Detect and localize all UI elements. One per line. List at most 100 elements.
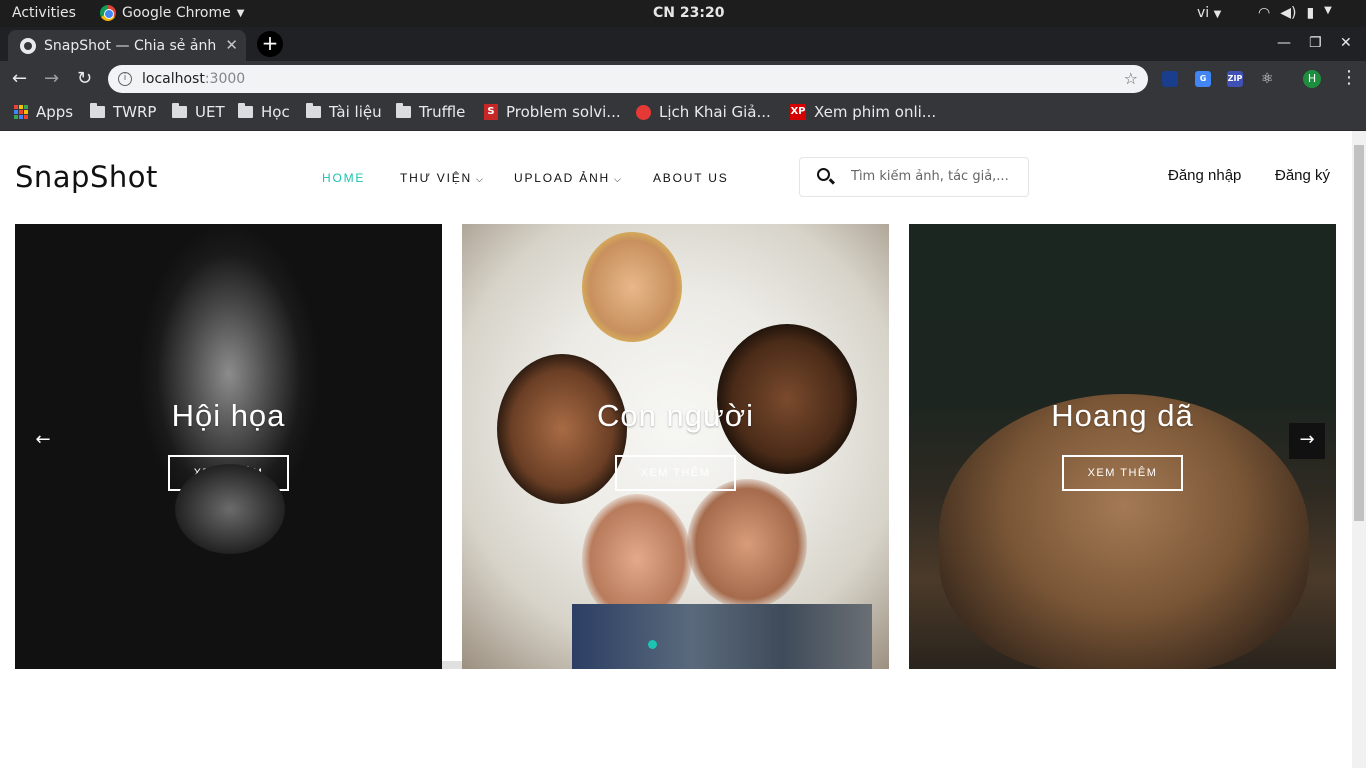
folder-icon bbox=[238, 103, 253, 118]
browser-toolbar: ← → ↻ i localhost:3000 ☆ G ZIP ⚛ H ⋮ bbox=[0, 61, 1366, 97]
address-bar[interactable]: i localhost:3000 ☆ bbox=[108, 65, 1148, 93]
search-input[interactable]: Tìm kiếm ảnh, tác giả,... bbox=[851, 169, 1011, 184]
site-xp-icon: XP bbox=[790, 104, 806, 120]
close-icon[interactable]: ✕ bbox=[225, 36, 238, 54]
search-icon[interactable] bbox=[817, 168, 830, 181]
next-arrow-icon[interactable]: → bbox=[1289, 423, 1325, 459]
app-name: Google Chrome bbox=[122, 5, 231, 21]
browser-tab[interactable]: SnapShot — Chia sẻ ảnh trực tuyến ✕ bbox=[8, 30, 246, 61]
carousel-slide[interactable]: Con người XEM THÊM bbox=[462, 224, 889, 669]
bookmark-label: Truffle bbox=[419, 103, 466, 121]
bookmark-label: UET bbox=[195, 103, 225, 121]
new-tab-button[interactable]: + bbox=[257, 31, 283, 57]
site-s-icon: S bbox=[484, 104, 498, 120]
folder-icon bbox=[172, 103, 187, 118]
scrollbar-thumb[interactable] bbox=[1354, 145, 1364, 521]
bookmark-hoc[interactable]: Học bbox=[238, 103, 290, 121]
bookmark-label: Học bbox=[261, 103, 290, 121]
react-devtools-icon[interactable]: ⚛ bbox=[1259, 71, 1275, 87]
folder-icon bbox=[90, 103, 105, 118]
chevron-down-icon: ⌵ bbox=[614, 174, 623, 184]
nav-upload-label: UPLOAD ẢNH bbox=[514, 171, 611, 185]
folder-icon bbox=[306, 103, 321, 118]
login-link[interactable]: Đăng nhập bbox=[1168, 167, 1241, 184]
page-scrollbar[interactable] bbox=[1352, 131, 1366, 768]
slide-title: Hoang dã bbox=[1051, 398, 1194, 433]
zip-extension-icon[interactable]: ZIP bbox=[1227, 71, 1243, 87]
system-tray[interactable]: ◠ ◀) ▮ ▼ bbox=[1258, 5, 1332, 21]
language-label: vi bbox=[1197, 5, 1210, 21]
bookmark-truffle[interactable]: Truffle bbox=[396, 103, 465, 121]
minimize-icon[interactable]: — bbox=[1277, 35, 1291, 51]
forward-arrow-icon[interactable]: → bbox=[44, 68, 59, 89]
site-logo[interactable]: SnapShot bbox=[15, 160, 158, 194]
restore-icon[interactable]: ❐ bbox=[1309, 35, 1322, 51]
apps-grid-icon bbox=[14, 105, 28, 119]
bookmark-star-icon[interactable]: ☆ bbox=[1124, 69, 1138, 88]
tab-title: SnapShot — Chia sẻ ảnh trực tuyến bbox=[44, 37, 216, 54]
bookmark-xem-phim[interactable]: XP Xem phim onli... bbox=[790, 103, 936, 121]
tab-strip: SnapShot — Chia sẻ ảnh trực tuyến ✕ + — … bbox=[0, 27, 1366, 61]
carousel-slide[interactable]: Hội họa XEM THÊM bbox=[15, 224, 442, 669]
volume-icon: ◀) bbox=[1280, 5, 1297, 21]
back-arrow-icon[interactable]: ← bbox=[12, 68, 27, 89]
bookmark-label: Apps bbox=[36, 103, 74, 121]
url-port: :3000 bbox=[204, 71, 246, 87]
bookmarks-bar: Apps TWRP UET Học Tài liệu Truffle S Prob… bbox=[0, 97, 1366, 131]
system-top-bar: Activities Google Chrome ▼ CN 23:20 vi ▼… bbox=[0, 0, 1366, 27]
bookmark-twrp[interactable]: TWRP bbox=[90, 103, 156, 121]
person-photo bbox=[582, 232, 682, 342]
google-translate-icon[interactable]: G bbox=[1195, 71, 1211, 87]
reload-icon[interactable]: ↻ bbox=[77, 68, 92, 89]
profile-avatar[interactable]: H bbox=[1303, 70, 1321, 88]
see-more-button[interactable]: XEM THÊM bbox=[168, 455, 289, 491]
register-link[interactable]: Đăng ký bbox=[1275, 167, 1330, 184]
bookmark-label: Lịch Khai Giả... bbox=[659, 103, 771, 121]
nav-upload[interactable]: UPLOAD ẢNH ⌵ bbox=[514, 171, 623, 185]
carousel-progress-bar bbox=[442, 661, 462, 669]
bookmark-tai-lieu[interactable]: Tài liệu bbox=[306, 103, 382, 121]
language-indicator[interactable]: vi ▼ bbox=[1197, 5, 1221, 21]
slide-title: Hội họa bbox=[171, 398, 286, 433]
caret-down-icon: ▼ bbox=[1213, 9, 1222, 20]
chevron-down-icon: ⌵ bbox=[476, 174, 485, 184]
bookmark-lich-khai-giang[interactable]: Lịch Khai Giả... bbox=[636, 103, 771, 121]
bookmark-label: Tài liệu bbox=[329, 103, 382, 121]
search-box[interactable]: Tìm kiếm ảnh, tác giả,... bbox=[799, 157, 1029, 197]
web-page: SnapShot HOME THƯ VIỆN ⌵ UPLOAD ẢNH ⌵ ABOU… bbox=[0, 131, 1352, 768]
nav-home[interactable]: HOME bbox=[322, 171, 365, 185]
chrome-icon bbox=[100, 5, 116, 21]
caret-down-icon: ▼ bbox=[1324, 5, 1332, 16]
bookmark-label: TWRP bbox=[113, 103, 157, 121]
app-menu[interactable]: Google Chrome ▼ bbox=[100, 5, 244, 21]
slide-title: Con người bbox=[597, 398, 754, 433]
bookmark-uet[interactable]: UET bbox=[172, 103, 225, 121]
bookmark-problem-solving[interactable]: S Problem solvi... bbox=[484, 103, 621, 121]
nav-about[interactable]: ABOUT US bbox=[653, 171, 729, 185]
carousel-dot[interactable] bbox=[648, 640, 657, 649]
caret-down-icon: ▼ bbox=[236, 7, 245, 19]
battery-icon: ▮ bbox=[1306, 5, 1315, 21]
url-host: localhost bbox=[142, 71, 205, 87]
suits-photo bbox=[572, 604, 872, 669]
globe-icon bbox=[20, 37, 36, 54]
menu-kebab-icon[interactable]: ⋮ bbox=[1340, 67, 1358, 88]
bookmark-apps[interactable]: Apps bbox=[14, 103, 73, 121]
folder-icon bbox=[396, 103, 411, 118]
bookmark-label: Xem phim onli... bbox=[814, 103, 937, 121]
person-photo bbox=[687, 479, 807, 609]
prev-arrow-icon[interactable]: ← bbox=[25, 423, 61, 459]
site-logo-icon bbox=[636, 104, 651, 120]
carousel-slide[interactable]: Hoang dã XEM THÊM bbox=[909, 224, 1336, 669]
nav-library-label: THƯ VIỆN bbox=[400, 171, 472, 185]
clock[interactable]: CN 23:20 bbox=[653, 5, 724, 21]
nav-library[interactable]: THƯ VIỆN ⌵ bbox=[400, 171, 485, 185]
see-more-button[interactable]: XEM THÊM bbox=[615, 455, 736, 491]
bookmark-label: Problem solvi... bbox=[506, 103, 621, 121]
close-window-icon[interactable]: ✕ bbox=[1340, 35, 1352, 51]
wifi-icon: ◠ bbox=[1258, 5, 1271, 21]
see-more-button[interactable]: XEM THÊM bbox=[1062, 455, 1183, 491]
info-icon[interactable]: i bbox=[118, 72, 132, 86]
activities-button[interactable]: Activities bbox=[12, 5, 76, 21]
extension-icon[interactable] bbox=[1162, 71, 1178, 87]
